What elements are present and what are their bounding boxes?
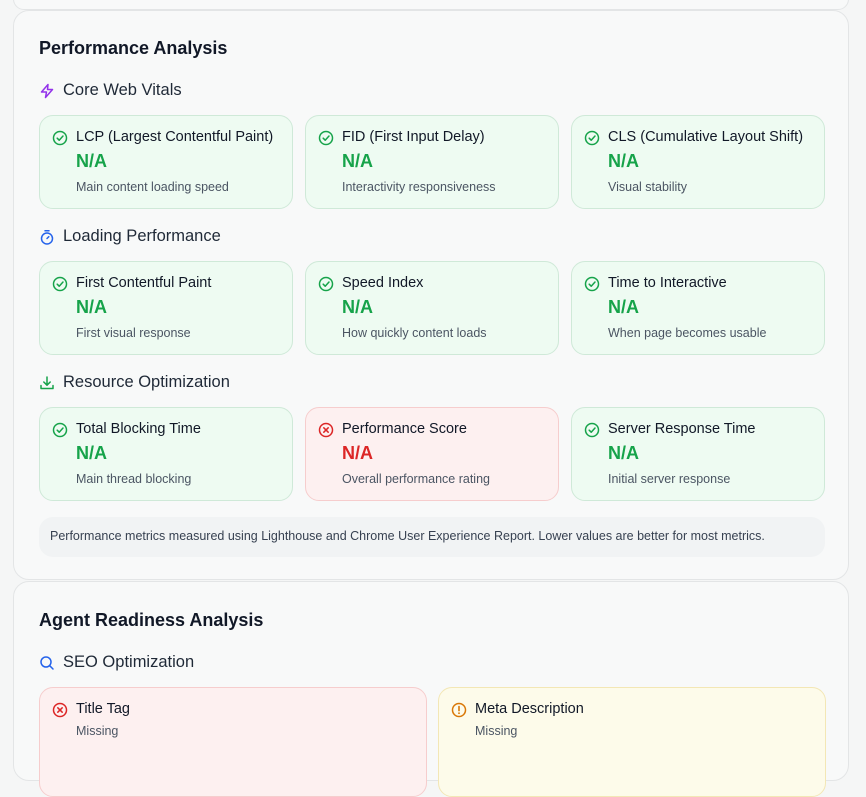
group-title: Core Web Vitals <box>63 81 182 99</box>
metric-title: Speed Index <box>342 275 424 291</box>
metric-description: Main content loading speed <box>76 180 229 194</box>
metric-title: Time to Interactive <box>608 275 727 291</box>
check-circle-icon <box>318 130 334 146</box>
check-card-title-tag: Title Tag Missing <box>39 687 427 797</box>
metric-value: N/A <box>76 151 107 171</box>
metric-title: Performance Score <box>342 421 467 437</box>
agent-readiness-section: Agent Readiness Analysis SEO Optimizatio… <box>13 581 849 797</box>
metric-card-performance-score: Performance Score N/A Overall performanc… <box>305 407 559 501</box>
metric-card-fid: FID (First Input Delay) N/A Interactivit… <box>305 115 559 209</box>
group-title: Loading Performance <box>63 227 221 245</box>
metric-value: N/A <box>342 297 373 317</box>
metric-card-speed-index: Speed Index N/A How quickly content load… <box>305 261 559 355</box>
check-title: Meta Description <box>475 701 584 717</box>
performance-note: Performance metrics measured using Light… <box>39 517 825 557</box>
check-circle-icon <box>52 422 68 438</box>
metric-description: Initial server response <box>608 472 731 486</box>
check-value: Missing <box>475 724 518 738</box>
group-title: Resource Optimization <box>63 373 230 391</box>
metric-value: N/A <box>608 297 639 317</box>
metric-value: N/A <box>608 443 639 463</box>
search-icon <box>39 655 55 671</box>
metric-description: First visual response <box>76 326 191 340</box>
check-circle-icon <box>52 276 68 292</box>
check-title: Title Tag <box>76 701 130 717</box>
metric-title: FID (First Input Delay) <box>342 129 485 145</box>
x-circle-icon <box>318 422 334 438</box>
group-title: SEO Optimization <box>63 653 195 671</box>
performance-analysis-section: Performance Analysis Core Web Vitals LCP… <box>13 10 849 580</box>
metric-title: First Contentful Paint <box>76 275 212 291</box>
alert-circle-icon <box>451 702 467 718</box>
metric-value: N/A <box>76 297 107 317</box>
check-card-meta-description: Meta Description Missing <box>438 687 826 797</box>
section-title: Performance Analysis <box>39 38 228 58</box>
metric-title: LCP (Largest Contentful Paint) <box>76 129 274 145</box>
section-title: Agent Readiness Analysis <box>39 610 264 630</box>
metric-card-total-blocking-time: Total Blocking Time N/A Main thread bloc… <box>39 407 293 501</box>
check-circle-icon <box>584 422 600 438</box>
group-core-web-vitals: Core Web Vitals <box>39 81 182 100</box>
check-value: Missing <box>76 724 119 738</box>
metric-description: When page becomes usable <box>608 326 767 340</box>
metric-description: Interactivity responsiveness <box>342 180 496 194</box>
metric-description: How quickly content loads <box>342 326 487 340</box>
check-circle-icon <box>318 276 334 292</box>
metric-description: Overall performance rating <box>342 472 490 486</box>
metric-value: N/A <box>342 151 373 171</box>
metric-value: N/A <box>76 443 107 463</box>
metric-card-cls: CLS (Cumulative Layout Shift) N/A Visual… <box>571 115 825 209</box>
metric-card-lcp: LCP (Largest Contentful Paint) N/A Main … <box>39 115 293 209</box>
metric-description: Visual stability <box>608 180 687 194</box>
group-seo-optimization: SEO Optimization <box>39 653 194 672</box>
metric-value: N/A <box>342 443 373 463</box>
metric-card-tti: Time to Interactive N/A When page become… <box>571 261 825 355</box>
metric-card-fcp: First Contentful Paint N/A First visual … <box>39 261 293 355</box>
metric-title: Server Response Time <box>608 421 756 437</box>
metric-value: N/A <box>608 151 639 171</box>
group-loading-performance: Loading Performance <box>39 227 221 246</box>
check-circle-icon <box>584 130 600 146</box>
stopwatch-icon <box>39 229 55 245</box>
metric-title: Total Blocking Time <box>76 421 201 437</box>
lightning-icon <box>39 83 55 99</box>
metric-card-server-response-time: Server Response Time N/A Initial server … <box>571 407 825 501</box>
previous-section-card <box>13 0 849 10</box>
x-circle-icon <box>52 702 68 718</box>
check-circle-icon <box>52 130 68 146</box>
download-icon <box>39 375 55 391</box>
metric-title: CLS (Cumulative Layout Shift) <box>608 129 804 145</box>
metric-description: Main thread blocking <box>76 472 192 486</box>
check-circle-icon <box>584 276 600 292</box>
group-resource-optimization: Resource Optimization <box>39 373 230 392</box>
